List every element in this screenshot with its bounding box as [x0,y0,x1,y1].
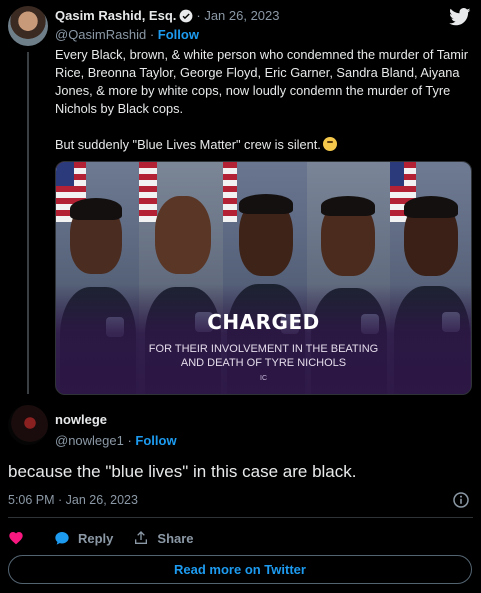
reply-button[interactable]: Reply [54,530,113,546]
reply-bubble-icon [55,532,69,545]
thinking-face-emoji-icon [322,137,337,151]
media-headline: CHARGED [207,310,320,334]
share-label: Share [157,530,194,546]
reply-handle-separator: · [123,433,136,448]
info-icon[interactable] [453,492,469,508]
share-icon [135,531,148,544]
read-more-button[interactable]: Read more on Twitter [8,555,472,584]
reply-label: Reply [78,530,114,546]
qasim-avatar[interactable] [8,6,48,46]
quoted-date[interactable]: · Jan 26, 2023 [196,8,279,23]
quoted-paragraph-2: But suddenly "Blue Lives Matter" crew is… [55,137,321,152]
reply-handle-row: @nowlege1 · Follow [55,433,177,448]
quoted-follow-button[interactable]: Follow [158,27,199,42]
tweet-media-image[interactable]: CHARGED FOR THEIR INVOLVEMENT IN THE BEA… [55,161,472,395]
reply-text: because the "blue lives" in this case ar… [8,462,357,481]
reply-timestamp[interactable]: 5:06 PM · Jan 26, 2023 [8,493,138,507]
quoted-paragraph-1: Every Black, brown, & white person who c… [55,47,469,116]
media-subline-1: FOR THEIR INVOLVEMENT IN THE BEATING [148,343,379,355]
reply-follow-button[interactable]: Follow [135,433,176,448]
heart-icon [9,532,23,545]
action-bar: Reply Share [8,528,194,548]
thread-line [27,52,29,394]
verified-badge-icon [179,9,193,22]
nowlege-avatar[interactable] [8,405,48,445]
reply-author-name[interactable]: nowlege [55,412,107,427]
reply-handle[interactable]: @nowlege1 [55,433,124,448]
quoted-handle[interactable]: @QasimRashid [55,27,146,42]
media-subline-2: AND DEATH OF TYRE NICHOLS [180,357,347,369]
quoted-handle-row: @QasimRashid · Follow [55,27,199,42]
handle-separator: · [146,27,158,42]
quoted-tweet-text: Every Black, brown, & white person who c… [55,46,473,154]
divider [8,517,473,518]
quoted-paragraph-2-wrap: But suddenly "Blue Lives Matter" crew is… [55,136,473,154]
media-watermark: IC [260,375,267,382]
tweet-embed-card: Qasim Rashid, Esq. · Jan 26, 2023 @Qasim… [0,0,481,593]
twitter-bird-icon[interactable] [449,8,471,26]
quoted-author-row: Qasim Rashid, Esq. · Jan 26, 2023 [55,8,280,23]
share-button[interactable]: Share [133,530,194,546]
like-button[interactable] [8,530,24,546]
quoted-author-name[interactable]: Qasim Rashid, Esq. [55,8,176,23]
